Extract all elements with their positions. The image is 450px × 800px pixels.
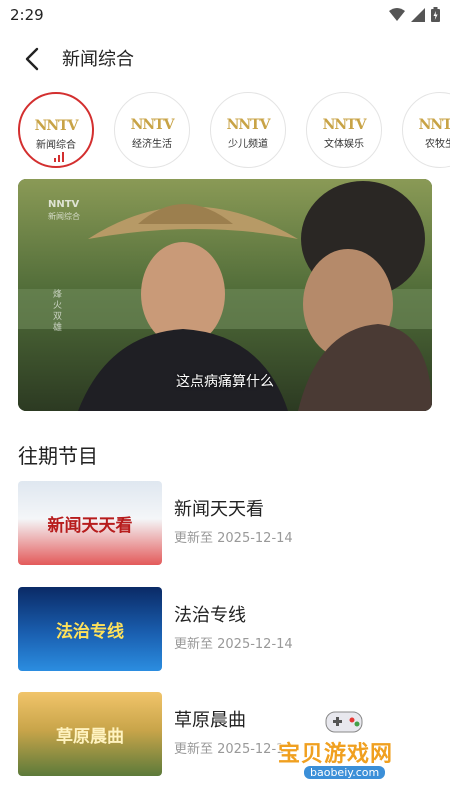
program-title: 新闻天天看	[174, 499, 264, 520]
program-title: 法治专线	[174, 605, 246, 626]
gamepad-icon	[325, 711, 363, 733]
page-title: 新闻综合	[62, 49, 134, 70]
channel-logo: NNTV	[418, 117, 450, 133]
channel-logo: NNTV	[130, 117, 175, 133]
thumbnail-title: 草原晨曲	[56, 727, 124, 747]
watermark-url: baobeiy.com	[304, 766, 386, 779]
program-title: 草原晨曲	[174, 710, 246, 731]
video-side-caption: 烽火双雄	[51, 289, 61, 333]
playing-bars-icon	[54, 152, 64, 162]
video-channel-logo: NNTV	[48, 199, 80, 210]
channel-logo: NNTV	[226, 117, 271, 133]
channel-logo: NNTV	[34, 118, 79, 134]
battery-icon	[431, 7, 440, 22]
status-icons	[389, 7, 440, 22]
channel-selector: NNTV 新闻综合 NNTV 经济生活 NNTV 少儿频道 NNTV 文体娱乐 …	[18, 92, 450, 170]
program-updated: 更新至 2025-12-14	[174, 637, 293, 652]
status-time: 2:29	[10, 6, 44, 24]
section-title: 往期节目	[18, 444, 98, 468]
video-player[interactable]: NNTV 新闻综合 烽火双雄 这点病痛算什么	[18, 179, 432, 411]
channel-label: 经济生活	[132, 139, 172, 150]
channel-label: 少儿频道	[228, 139, 268, 150]
app-header: 新闻综合	[0, 36, 450, 80]
signal-icon	[411, 7, 425, 22]
program-item-news-daily[interactable]: 新闻天天看 新闻天天看 更新至 2025-12-14	[18, 481, 432, 565]
channel-label: 文体娱乐	[324, 139, 364, 150]
channel-label: 新闻综合	[36, 140, 76, 151]
channel-item-economy[interactable]: NNTV 经济生活	[114, 92, 190, 168]
back-arrow-icon	[25, 47, 39, 71]
status-bar: 2:29	[0, 0, 450, 32]
channel-item-kids[interactable]: NNTV 少儿频道	[210, 92, 286, 168]
program-thumbnail: 新闻天天看	[18, 481, 162, 565]
program-item-legal[interactable]: 法治专线 法治专线 更新至 2025-12-14	[18, 587, 432, 671]
program-updated: 更新至 2025-12-14	[174, 531, 293, 546]
video-channel-name: 新闻综合	[48, 212, 80, 221]
watermark-brand: 宝贝游戏网	[278, 742, 394, 767]
thumbnail-title: 新闻天天看	[47, 516, 133, 536]
channel-item-agri[interactable]: NNTV 农牧生	[402, 92, 450, 168]
program-thumbnail: 草原晨曲	[18, 692, 162, 776]
back-button[interactable]	[18, 44, 48, 74]
video-subtitle: 这点病痛算什么	[176, 374, 274, 390]
wifi-icon	[389, 7, 405, 21]
site-watermark: 宝贝游戏网 baobeiy.com	[268, 704, 428, 794]
channel-logo: NNTV	[322, 117, 367, 133]
program-thumbnail: 法治专线	[18, 587, 162, 671]
channel-label: 农牧生	[425, 139, 450, 150]
thumbnail-title: 法治专线	[56, 622, 124, 642]
channel-item-sports-ent[interactable]: NNTV 文体娱乐	[306, 92, 382, 168]
channel-item-news[interactable]: NNTV 新闻综合	[18, 92, 94, 168]
